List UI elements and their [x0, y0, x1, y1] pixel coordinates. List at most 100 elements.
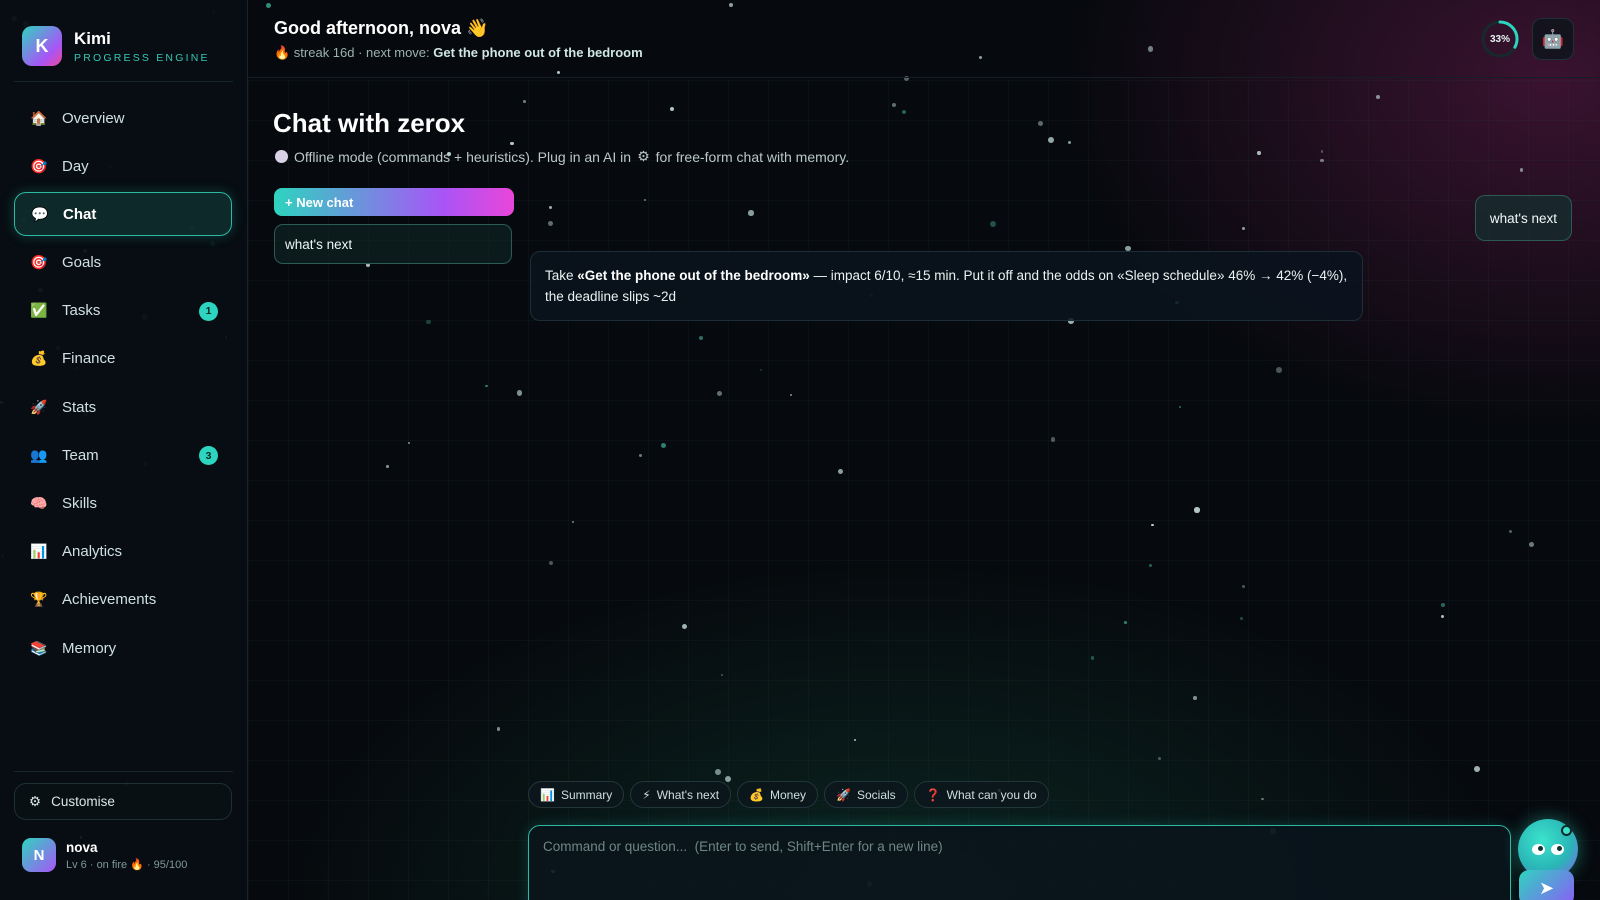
- sidebar-item-label: Team: [62, 446, 99, 464]
- sidebar-item-stats[interactable]: 🚀 Stats: [14, 385, 232, 429]
- star-decoration: [1242, 227, 1246, 231]
- message-input[interactable]: [529, 826, 1510, 900]
- star-decoration: [1320, 158, 1324, 163]
- trophy-icon: 🏆: [30, 591, 48, 608]
- star-decoration: [901, 110, 906, 115]
- checkmark-icon: ✅: [30, 302, 48, 319]
- star-decoration: [698, 335, 704, 341]
- people-icon: 👥: [30, 446, 48, 463]
- sidebar-item-overview[interactable]: 🏠 Overview: [14, 96, 232, 140]
- sidebar-item-label: Memory: [62, 639, 117, 657]
- star-decoration: [1148, 563, 1152, 567]
- question-icon: ❓: [925, 787, 941, 802]
- chip-label: Socials: [857, 787, 896, 802]
- star-decoration: [1240, 616, 1244, 620]
- sidebar-item-analytics[interactable]: 📊 Analytics: [14, 530, 232, 574]
- star-decoration: [1276, 366, 1282, 373]
- composer: [528, 825, 1511, 900]
- star-decoration: [1519, 168, 1524, 173]
- sidebar-item-label: Finance: [62, 350, 116, 368]
- sidebar-item-skills[interactable]: 🧠 Skills: [14, 482, 232, 526]
- star-decoration: [1441, 603, 1446, 608]
- sidebar-item-label: Goals: [62, 254, 102, 272]
- chip-what-s-next[interactable]: ⚡ What's next: [630, 781, 732, 808]
- star-decoration: [1473, 765, 1480, 772]
- star-decoration: [1194, 507, 1200, 513]
- count-badge: 1: [199, 301, 218, 321]
- chip-summary[interactable]: 📊 Summary: [528, 781, 625, 808]
- sidebar: K Kimi PROGRESS ENGINE 🏠 Overview 🎯 Day 💬 Cha…: [0, 0, 248, 900]
- star-decoration: [716, 390, 722, 397]
- user-profile[interactable]: N nova Lv 6 · on fire 🔥 · 95/100: [22, 838, 187, 872]
- divider: [14, 81, 233, 82]
- star-decoration: [523, 100, 526, 103]
- assistant-message: Take «Get the phone out of the bedroom» …: [530, 251, 1363, 321]
- star-decoration: [1047, 137, 1054, 144]
- star-decoration: [1261, 797, 1264, 801]
- money-bag-icon: 💰: [749, 787, 765, 802]
- user-name: nova: [66, 839, 98, 855]
- sidebar-item-memory[interactable]: 📚 Memory: [14, 626, 232, 670]
- chat-list-item[interactable]: what's next: [274, 224, 512, 264]
- star-decoration: [715, 768, 722, 775]
- star-decoration: [1179, 406, 1182, 409]
- streak-text: 🔥 streak 16d · next move:: [274, 45, 434, 60]
- message-task: «Get the phone out of the bedroom»: [577, 268, 810, 283]
- progress-ring[interactable]: 33%: [1480, 19, 1520, 59]
- progress-label: 33%: [1489, 33, 1510, 45]
- sidebar-item-tasks[interactable]: ✅ Tasks 1: [14, 289, 232, 333]
- user-message: what's next: [1474, 195, 1572, 241]
- app-logo: K: [22, 26, 62, 66]
- sidebar-item-goals[interactable]: 🎯 Goals: [14, 241, 232, 285]
- star-decoration: [572, 521, 575, 524]
- new-chat-button[interactable]: + New chat: [274, 188, 514, 216]
- star-decoration: [1158, 757, 1161, 760]
- star-decoration: [516, 390, 523, 396]
- chip-what-can-you-do[interactable]: ❓ What can you do: [913, 781, 1049, 808]
- quick-actions: 📊 Summary ⚡ What's next 💰 Money 🚀 Socials ❓ What …: [528, 781, 1049, 808]
- sidebar-item-day[interactable]: 🎯 Day: [14, 144, 232, 188]
- sidebar-item-label: Overview: [62, 109, 125, 127]
- status-dot: [1561, 825, 1572, 836]
- star-decoration: [385, 464, 390, 468]
- sidebar-item-chat[interactable]: 💬 Chat: [14, 192, 232, 237]
- user-level: Lv 6 · on fire 🔥 · 95/100: [66, 858, 188, 871]
- app-tagline: PROGRESS ENGINE: [74, 51, 210, 64]
- app-name: Kimi: [74, 28, 111, 48]
- next-move[interactable]: Get the phone out of the bedroom: [433, 45, 642, 60]
- greeting: Good afternoon, nova 👋: [274, 18, 489, 38]
- star-decoration: [1068, 140, 1072, 144]
- star-decoration: [1050, 437, 1056, 442]
- sidebar-item-achievements[interactable]: 🏆 Achievements: [14, 578, 232, 622]
- brand[interactable]: K Kimi PROGRESS ENGINE: [22, 26, 210, 66]
- sidebar-item-label: Analytics: [62, 543, 123, 561]
- chip-label: What can you do: [946, 787, 1037, 802]
- star-decoration: [1440, 614, 1445, 619]
- customise-button[interactable]: ⚙ Customise: [14, 783, 232, 820]
- sidebar-item-label: Achievements: [62, 591, 157, 609]
- brain-icon: 🧠: [30, 495, 48, 511]
- sidebar-nav: 🏠 Overview 🎯 Day 💬 Chat 🎯 Goals ✅ Tasks 1 💰 Finance 🚀…: [14, 96, 232, 674]
- star-decoration: [748, 210, 754, 216]
- subtitle-text-end: for free-form chat with memory.: [655, 148, 850, 165]
- rocket-icon: 🚀: [836, 787, 851, 802]
- target-icon: 🎯: [30, 254, 48, 271]
- chip-socials[interactable]: 🚀 Socials: [824, 781, 908, 808]
- divider: [14, 771, 233, 772]
- star-decoration: [989, 220, 996, 227]
- star-decoration: [548, 561, 553, 566]
- bot-button[interactable]: 🤖: [1532, 18, 1574, 60]
- star-decoration: [670, 107, 675, 112]
- avatar: N: [22, 838, 56, 872]
- chip-label: Money: [770, 787, 807, 802]
- star-decoration: [548, 206, 552, 210]
- gear-icon[interactable]: ⚙: [637, 148, 650, 165]
- star-decoration: [1242, 585, 1246, 589]
- sidebar-item-finance[interactable]: 💰 Finance: [14, 337, 232, 381]
- chip-money[interactable]: 💰 Money: [737, 781, 819, 808]
- send-button[interactable]: ➤: [1519, 870, 1574, 900]
- sidebar-item-team[interactable]: 👥 Team 3: [14, 433, 232, 477]
- bar-chart-icon: 📊: [540, 787, 555, 802]
- star-decoration: [547, 220, 554, 227]
- star-decoration: [1376, 95, 1381, 100]
